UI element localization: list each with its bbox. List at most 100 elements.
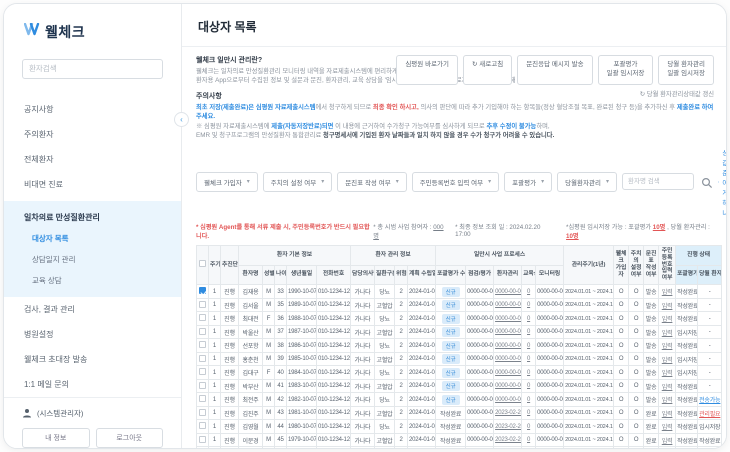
table-row: 1진행김진주M431981-10-07010-1234-1234가나다고혈압22…: [197, 406, 722, 420]
phone-cell: 010-1234-1234: [317, 325, 351, 339]
jumin-cell[interactable]: 입력: [659, 366, 676, 380]
jumin-cell[interactable]: 입력: [659, 447, 676, 448]
jumin-cell[interactable]: 입력: [659, 312, 676, 326]
edu-counsel-cell[interactable]: 0: [522, 447, 536, 448]
patient-mgmt-cell[interactable]: 0000-00-00: [494, 325, 522, 339]
filter-dropdown[interactable]: 주민등록번호 입력 여부▾: [412, 172, 499, 192]
patient-search-input[interactable]: [22, 59, 163, 79]
row-checkbox[interactable]: [199, 395, 206, 402]
jumin-cell[interactable]: 입력: [659, 339, 676, 353]
sidebar-item[interactable]: 전체환자: [4, 147, 181, 172]
search-icon[interactable]: [701, 176, 713, 188]
jumin-cell[interactable]: 입력: [659, 420, 676, 434]
sidebar-item[interactable]: 주의환자: [4, 122, 181, 147]
doctor-set-cell: O: [629, 420, 644, 434]
jumin-cell[interactable]: 입력: [659, 393, 676, 407]
row-checkbox[interactable]: [199, 436, 206, 443]
row-checkbox[interactable]: [199, 341, 206, 348]
patient-mgmt-cell[interactable]: 2023-02-20: [494, 406, 522, 420]
sidebar-item[interactable]: 웰체크 초대장 발송: [4, 347, 181, 372]
sidebar-collapse-button[interactable]: ‹: [174, 112, 189, 127]
patient-mgmt-cell[interactable]: 0000-00-00: [494, 379, 522, 393]
row-checkbox[interactable]: [199, 328, 206, 335]
progress-monthly-cell[interactable]: 관리필요: [698, 406, 722, 420]
row-checkbox[interactable]: [199, 287, 206, 294]
patient-mgmt-cell[interactable]: 2023-02-20: [494, 433, 522, 447]
doctor-cell: 가나다: [351, 447, 375, 448]
edu-counsel-cell[interactable]: 0: [522, 433, 536, 447]
row-checkbox[interactable]: [199, 314, 206, 321]
patient-mgmt-cell[interactable]: 0000-00-00: [494, 393, 522, 407]
patient-mgmt-cell[interactable]: 0000-00-00: [494, 366, 522, 380]
column-header: 전화번호: [317, 265, 351, 285]
jumin-cell[interactable]: 입력: [659, 285, 676, 299]
edu-counsel-cell[interactable]: 0: [522, 325, 536, 339]
sidebar-item[interactable]: 1:1 메일 문의: [4, 372, 181, 397]
patient-mgmt-cell[interactable]: 2023-02-20: [494, 447, 522, 448]
notice-caution-line: ※ 심평원 자료제출시스템에 제출(자동저장반료)되면 이 내용에 근거하여 수…: [196, 122, 716, 131]
edu-counsel-cell[interactable]: 0: [522, 379, 536, 393]
jumin-cell[interactable]: 입력: [659, 298, 676, 312]
jumin-cell[interactable]: 입력: [659, 325, 676, 339]
toolbar-button[interactable]: 문진응답 메시지 발송: [517, 55, 592, 85]
sidebar-subitem[interactable]: 상담일지 관리: [4, 249, 181, 270]
sidebar-item[interactable]: 공지사항: [4, 97, 181, 122]
row-checkbox[interactable]: [199, 301, 206, 308]
edu-counsel-cell[interactable]: 0: [522, 420, 536, 434]
user-action-button[interactable]: 로그아웃: [96, 428, 164, 448]
row-select-cell: [197, 393, 209, 407]
edu-counsel-cell[interactable]: 0: [522, 312, 536, 326]
row-checkbox[interactable]: [199, 368, 206, 375]
jumin-cell[interactable]: 입력: [659, 352, 676, 366]
filter-dropdown[interactable]: 포괄평가▾: [504, 172, 552, 192]
status-criteria-info-link[interactable]: 상태 값 기준은 어떻게 정해지나요?: [718, 147, 726, 217]
filter-dropdown[interactable]: 주치의 설정 여부▾: [263, 172, 333, 192]
monthly-status-refresh-link[interactable]: ↻ 당월 환자관리상태값 갱신: [640, 89, 714, 98]
filter-dropdown[interactable]: 당월환자관리▾: [557, 172, 617, 192]
jumin-cell[interactable]: 입력: [659, 433, 676, 447]
toolbar-button[interactable]: 심평원 바로가기: [396, 55, 458, 85]
patient-mgmt-cell[interactable]: 0000-00-00: [494, 312, 522, 326]
monitoring-cell: 0000-00-00: [536, 285, 564, 299]
edu-counsel-cell[interactable]: 0: [522, 406, 536, 420]
sidebar-item[interactable]: 병원설정: [4, 322, 181, 347]
edu-counsel-cell[interactable]: 0: [522, 352, 536, 366]
patient-name-search-input[interactable]: [622, 173, 694, 190]
select-all-checkbox[interactable]: [199, 260, 206, 267]
column-header: 웰체크 가입자: [614, 245, 629, 285]
jumin-cell[interactable]: 입력: [659, 379, 676, 393]
edu-counsel-cell[interactable]: 0: [522, 393, 536, 407]
patient-mgmt-cell[interactable]: 2023-02-20: [494, 420, 522, 434]
progress-monthly-cell[interactable]: 전송가능: [698, 393, 722, 407]
edu-counsel-cell[interactable]: 0: [522, 298, 536, 312]
patient-mgmt-cell[interactable]: 0000-00-00: [494, 298, 522, 312]
toolbar-button[interactable]: 당월 환자관리 일괄 임시저장: [658, 55, 714, 85]
risk-cell: 2: [395, 406, 408, 420]
filter-dropdown[interactable]: 문진표 작성 여부▾: [337, 172, 407, 192]
column-header: 환자관리: [494, 265, 522, 285]
edu-counsel-cell[interactable]: 0: [522, 339, 536, 353]
patient-mgmt-cell[interactable]: 0000-00-00: [494, 339, 522, 353]
toolbar-button[interactable]: ↻ 새로고침: [463, 55, 512, 85]
risk-cell: 2: [395, 325, 408, 339]
patient-mgmt-cell[interactable]: 0000-00-00: [494, 352, 522, 366]
edu-counsel-cell[interactable]: 0: [522, 366, 536, 380]
edu-counsel-cell[interactable]: 0: [522, 285, 536, 299]
patient-mgmt-cell[interactable]: 0000-00-00: [494, 285, 522, 299]
jumin-cell[interactable]: 입력: [659, 406, 676, 420]
sidebar-subitem[interactable]: 교육 상담: [4, 270, 181, 291]
row-checkbox[interactable]: [199, 355, 206, 362]
toolbar-button[interactable]: 포괄평가 일괄 임시저장: [598, 55, 654, 85]
user-action-button[interactable]: 내 정보: [22, 428, 90, 448]
sidebar-item[interactable]: 비대면 진료: [4, 172, 181, 197]
progress-monthly-cell: -: [698, 298, 722, 312]
filter-dropdown[interactable]: 웰체크 가입자▾: [196, 172, 258, 192]
row-checkbox[interactable]: [199, 422, 206, 429]
notice-caution-line: EMR 및 청구프로그램의 만성질환자 통합관리료 청구명세서에 기입된 환자 …: [196, 131, 716, 140]
row-checkbox[interactable]: [199, 409, 206, 416]
row-checkbox[interactable]: [199, 382, 206, 389]
status-chip: 신규: [442, 368, 460, 378]
status-chip: 신규: [442, 300, 460, 310]
sidebar-item[interactable]: 검사, 결과 관리: [4, 297, 181, 322]
sidebar-subitem[interactable]: 대상자 목록: [4, 228, 181, 249]
